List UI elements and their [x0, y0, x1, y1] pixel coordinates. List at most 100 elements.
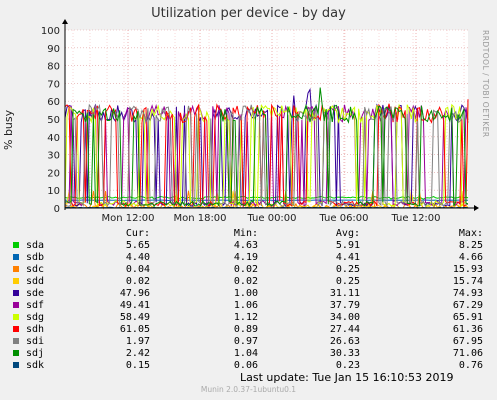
legend-min: 0.02	[233, 276, 258, 287]
legend-device-name: sdi	[26, 336, 45, 347]
legend-swatch	[13, 278, 19, 284]
legend-swatch	[13, 314, 19, 320]
legend-max: 4.66	[458, 252, 483, 263]
legend-max: 71.06	[452, 348, 483, 359]
legend-avg: 0.25	[335, 276, 360, 287]
legend-row-sdb: sdb 4.40 4.19 4.41 4.66	[0, 252, 497, 264]
legend-row-sdh: sdh 61.05 0.89 27.44 61.36	[0, 324, 497, 336]
legend-row-sde: sde 47.96 1.00 31.11 74.93	[0, 288, 497, 300]
legend-min: 1.06	[233, 300, 258, 311]
legend-cur: 2.42	[125, 348, 150, 359]
legend-cur: 0.04	[125, 264, 150, 275]
legend-swatch	[13, 242, 19, 248]
y-tick-label: 100	[41, 26, 60, 37]
legend-avg: 27.44	[329, 324, 360, 335]
legend-row-sdj: sdj 2.42 1.04 30.33 71.06	[0, 348, 497, 360]
x-tick-label: Tue 00:00	[246, 213, 296, 224]
legend-max: 0.76	[458, 360, 483, 371]
legend-device-name: sdk	[26, 360, 45, 371]
legend-max: 8.25	[458, 240, 483, 251]
legend-avg: 5.91	[335, 240, 360, 251]
legend-swatch	[13, 302, 19, 308]
utilization-chart: 0 10 20 30 40 50 60 70 80 90 100 Mon 12:00 Mon 18:00…	[41, 19, 479, 224]
legend-max: 67.95	[452, 336, 483, 347]
legend-cur: 0.15	[125, 360, 150, 371]
y-tick-label: 30	[47, 151, 60, 162]
legend-device-name: sda	[26, 240, 45, 251]
legend-device-name: sdb	[26, 252, 45, 263]
legend-device-name: sdc	[26, 264, 45, 275]
legend-cur: 5.65	[125, 240, 150, 251]
x-tick-label: Mon 12:00	[101, 213, 154, 224]
legend-swatch	[13, 254, 19, 260]
legend-avg: 0.23	[335, 360, 360, 371]
legend-cur: 58.49	[119, 312, 150, 323]
legend-device-name: sdf	[26, 300, 45, 311]
legend-header-cur: Cur:	[125, 228, 150, 239]
legend-row-sdf: sdf 49.41 1.06 37.79 67.29	[0, 300, 497, 312]
legend-min: 0.02	[233, 264, 258, 275]
last-update: Last update: Tue Jan 15 16:10:53 2019	[240, 371, 454, 384]
legend-swatch	[13, 338, 19, 344]
legend-min: 0.97	[233, 336, 258, 347]
legend-header-avg: Avg:	[335, 228, 360, 239]
legend-avg: 31.11	[329, 288, 360, 299]
legend-avg: 4.41	[335, 252, 360, 263]
legend-avg: 26.63	[329, 336, 360, 347]
legend-max: 65.91	[452, 312, 483, 323]
legend-row-sdc: sdc 0.04 0.02 0.25 15.93	[0, 264, 497, 276]
y-tick-label: 20	[47, 168, 60, 179]
legend-cur: 61.05	[119, 324, 150, 335]
legend-avg: 0.25	[335, 264, 360, 275]
x-tick-label: Mon 18:00	[173, 213, 226, 224]
legend-device-name: sde	[26, 288, 45, 299]
legend-min: 0.89	[233, 324, 258, 335]
legend-device-name: sdg	[26, 312, 45, 323]
legend-swatch	[13, 290, 19, 296]
y-tick-label: 50	[47, 115, 60, 126]
legend-min: 1.12	[233, 312, 258, 323]
legend-max: 15.74	[452, 276, 483, 287]
legend-swatch	[13, 350, 19, 356]
legend-cur: 1.97	[125, 336, 150, 347]
legend-avg: 37.79	[329, 300, 360, 311]
legend-cur: 47.96	[119, 288, 150, 299]
legend-row-sdd: sdd 0.02 0.02 0.25 15.74	[0, 276, 497, 288]
y-tick-label: 60	[47, 97, 60, 108]
legend-header-max: Max:	[458, 228, 483, 239]
legend-swatch	[13, 362, 19, 368]
legend-max: 74.93	[452, 288, 483, 299]
legend-min: 1.04	[233, 348, 258, 359]
legend-min: 4.19	[233, 252, 258, 263]
legend-cur: 4.40	[125, 252, 150, 263]
legend-swatch	[13, 326, 19, 332]
legend-device-name: sdd	[26, 276, 45, 287]
legend-max: 15.93	[452, 264, 483, 275]
y-axis-arrow	[62, 19, 68, 24]
legend-min: 0.06	[233, 360, 258, 371]
legend-avg: 34.00	[329, 312, 360, 323]
legend-cur: 49.41	[119, 300, 150, 311]
x-axis-arrow	[474, 205, 479, 211]
legend-device-name: sdj	[26, 348, 45, 359]
legend-min: 1.00	[233, 288, 258, 299]
legend-avg: 30.33	[329, 348, 360, 359]
legend-max: 67.29	[452, 300, 483, 311]
y-tick-label: 80	[47, 62, 60, 73]
legend-min: 4.63	[233, 240, 258, 251]
legend-row-sdi: sdi 1.97 0.97 26.63 67.95	[0, 336, 497, 348]
y-tick-label: 70	[47, 79, 60, 90]
legend-max: 61.36	[452, 324, 483, 335]
y-tick-label: 90	[47, 44, 60, 55]
y-tick-label: 10	[47, 186, 60, 197]
munin-version: Munin 2.0.37-1ubuntu0.1	[200, 385, 297, 394]
legend-device-name: sdh	[26, 324, 45, 335]
y-tick-label: 0	[54, 204, 60, 215]
x-tick-label: Tue 06:00	[318, 213, 368, 224]
x-tick-label: Tue 12:00	[390, 213, 440, 224]
y-tick-label: 40	[47, 133, 60, 144]
legend-row-sda: sda 5.65 4.63 5.91 8.25	[0, 240, 497, 252]
legend-cur: 0.02	[125, 276, 150, 287]
legend-header-min: Min:	[233, 228, 258, 239]
legend-row-sdg: sdg 58.49 1.12 34.00 65.91	[0, 312, 497, 324]
